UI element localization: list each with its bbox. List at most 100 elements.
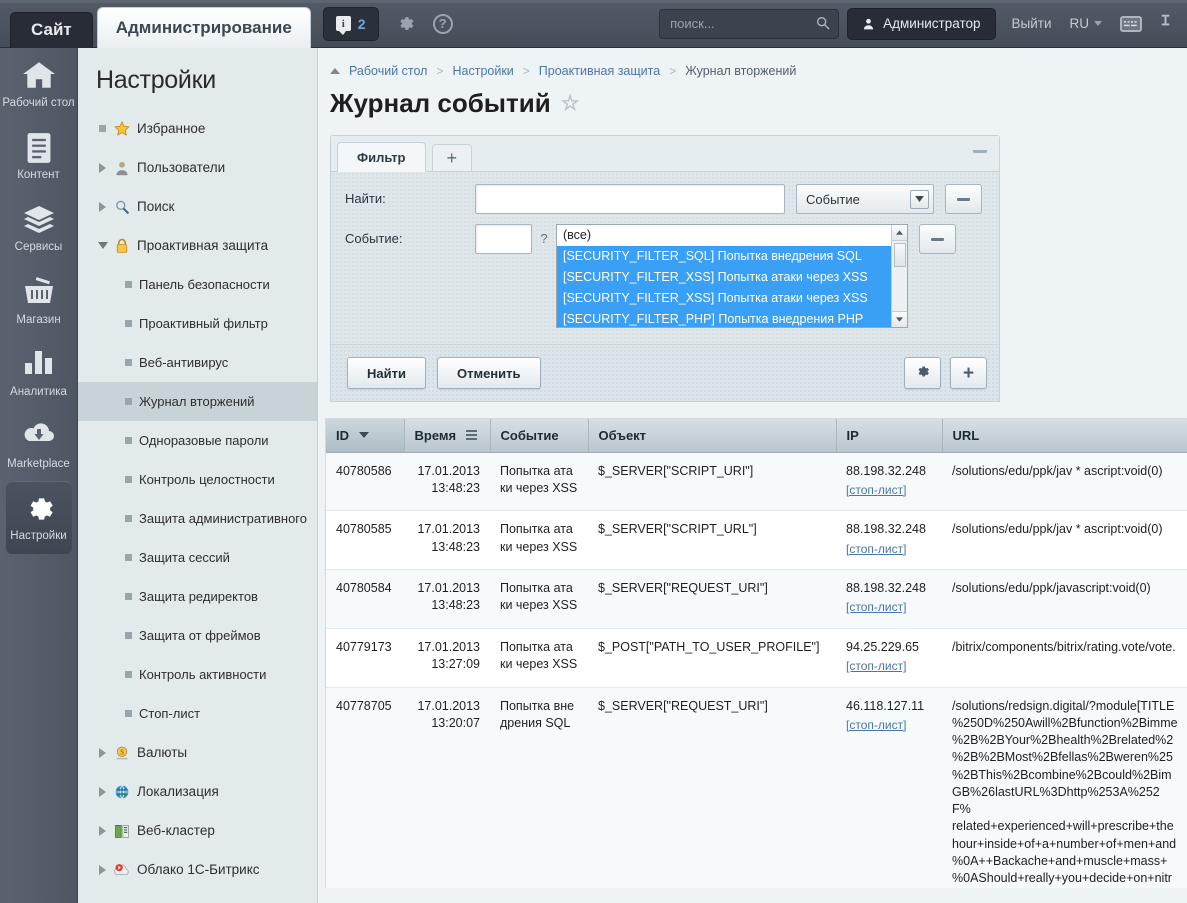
event-option[interactable]: [SECURITY_FILTER_XSS] Попытка атаки чере… xyxy=(557,288,907,309)
pin-icon[interactable] xyxy=(1158,11,1173,36)
rail-item-services[interactable]: Сервисы xyxy=(0,192,77,264)
event-option[interactable]: (все) xyxy=(557,225,907,246)
tree-item-label: Защита редиректов xyxy=(139,589,258,604)
column-header-ip[interactable]: IP xyxy=(836,419,943,453)
tree-item-1[interactable]: Пользователи xyxy=(78,148,317,187)
column-header-id[interactable]: ID xyxy=(326,419,405,453)
event-list-scrollbar[interactable] xyxy=(891,225,907,327)
column-header-time[interactable]: Время xyxy=(404,419,491,453)
event-multi-select[interactable]: (все) [SECURITY_FILTER_SQL] Попытка внедр… xyxy=(556,224,908,328)
expand-expanded-icon[interactable] xyxy=(96,242,109,249)
rail-item-settings[interactable]: Настройки xyxy=(5,481,72,554)
stop-list-link[interactable]: [стоп-лист] xyxy=(846,482,932,499)
rail-item-desktop[interactable]: Рабочий стол xyxy=(0,48,77,120)
tree-item-10[interactable]: Защита административного xyxy=(78,499,317,538)
tab-administration[interactable]: Администрирование xyxy=(96,6,311,49)
rail-item-marketplace[interactable]: Marketplace xyxy=(0,409,77,481)
breadcrumb-item-0[interactable]: Рабочий стол xyxy=(349,64,427,78)
tree-item-label: Локализация xyxy=(137,784,219,799)
gear-icon[interactable] xyxy=(395,13,417,35)
collapse-filter-icon[interactable] xyxy=(973,150,987,153)
search-input[interactable] xyxy=(659,8,840,39)
table-row[interactable]: 40778705 17.01.2013 13:20:07 Попытка внедре… xyxy=(326,687,1187,888)
table-row[interactable]: 40779173 17.01.2013 13:27:09 Попытка атаки … xyxy=(326,628,1187,688)
notifications-badge[interactable]: i 2 xyxy=(322,6,379,41)
tree-item-14[interactable]: Контроль активности xyxy=(78,655,317,694)
tree-item-18[interactable]: Веб-кластер xyxy=(78,811,317,850)
rail-item-store[interactable]: Магазин xyxy=(0,265,77,337)
remove-find-row-button[interactable] xyxy=(945,184,982,214)
cancel-button[interactable]: Отменить xyxy=(436,357,541,389)
breadcrumb-item-2[interactable]: Проактивная защита xyxy=(539,64,660,78)
tree-item-8[interactable]: Одноразовые пароли xyxy=(78,421,317,460)
expand-collapsed-icon[interactable] xyxy=(96,747,109,758)
table-row[interactable]: 40780585 17.01.2013 13:48:23 Попытка атаки … xyxy=(326,510,1187,571)
tree-item-16[interactable]: $ Валюты xyxy=(78,733,317,772)
tree-item-11[interactable]: Защита сессий xyxy=(78,538,317,577)
add-filter-button[interactable]: + xyxy=(950,357,987,389)
expand-collapsed-icon[interactable] xyxy=(96,786,109,797)
tab-site[interactable]: Сайт xyxy=(10,11,93,48)
filter-settings-button[interactable] xyxy=(904,357,941,389)
tree-item-label: Одноразовые пароли xyxy=(139,433,269,448)
tab-filter[interactable]: Фильтр xyxy=(337,142,426,172)
tree-item-12[interactable]: Защита редиректов xyxy=(78,577,317,616)
column-header-object[interactable]: Объект xyxy=(588,419,837,453)
scroll-up-icon[interactable] xyxy=(892,225,907,241)
search-submit-button[interactable]: Найти xyxy=(347,357,426,389)
cell-date: 17.01.2013 xyxy=(417,698,480,713)
help-icon[interactable]: ? xyxy=(432,13,453,34)
event-option[interactable]: [SECURITY_FILTER_SQL] Попытка внедрения … xyxy=(557,246,907,267)
tree-item-15[interactable]: Стоп-лист xyxy=(78,694,317,733)
tree-item-9[interactable]: Контроль целостности xyxy=(78,460,317,499)
tree-item-0[interactable]: Избранное xyxy=(78,109,317,148)
column-header-url[interactable]: URL xyxy=(942,419,1187,453)
event-help-icon[interactable]: ? xyxy=(532,224,556,246)
expand-collapsed-icon[interactable] xyxy=(96,162,109,173)
tree-item-label: Валюты xyxy=(137,745,188,760)
filter-panel: Фильтр + Найти: Событие Событие: ? (все)… xyxy=(330,135,1000,402)
events-grid-container[interactable]: ID Время Событие Объект IP URL 40780586 … xyxy=(325,418,1187,888)
tree-item-2[interactable]: Поиск xyxy=(78,187,317,226)
user-menu-button[interactable]: Администратор xyxy=(847,7,996,40)
rail-item-analytics[interactable]: Аналитика xyxy=(0,337,77,409)
keyboard-icon[interactable] xyxy=(1120,15,1142,32)
tree-item-13[interactable]: Защита от фреймов xyxy=(78,616,317,655)
scrollbar-thumb[interactable] xyxy=(894,243,906,267)
expand-collapsed-icon[interactable] xyxy=(96,825,109,836)
expand-collapsed-icon[interactable] xyxy=(96,864,109,875)
tree-item-6[interactable]: Веб-антивирус xyxy=(78,343,317,382)
breadcrumb-up-icon[interactable] xyxy=(330,68,340,74)
stop-list-link[interactable]: [стоп-лист] xyxy=(846,541,932,558)
event-option[interactable]: [SECURITY_FILTER_XSS] Попытка атаки чере… xyxy=(557,267,907,288)
event-code-input[interactable] xyxy=(475,224,532,254)
tree-item-3[interactable]: Проактивная защита xyxy=(78,226,317,265)
star-icon xyxy=(113,120,130,137)
tree-item-4[interactable]: Панель безопасности xyxy=(78,265,317,304)
cell-clock: 13:48:23 xyxy=(431,598,480,613)
column-header-event[interactable]: Событие xyxy=(490,419,589,453)
favorite-star-icon[interactable]: ☆ xyxy=(561,91,580,116)
tree-item-17[interactable]: Локализация xyxy=(78,772,317,811)
stop-list-link[interactable]: [стоп-лист] xyxy=(846,658,932,675)
tree-item-7[interactable]: Журнал вторжений xyxy=(78,382,317,421)
tree-item-5[interactable]: Проактивный фильтр xyxy=(78,304,317,343)
event-option[interactable]: [SECURITY_FILTER_PHP] Попытка внедрения … xyxy=(557,309,907,327)
search-box[interactable] xyxy=(659,8,840,39)
stop-list-link[interactable]: [стоп-лист] xyxy=(846,717,932,734)
find-field-select[interactable]: Событие xyxy=(796,184,934,214)
breadcrumb-item-1[interactable]: Настройки xyxy=(452,64,513,78)
rail-item-content[interactable]: Контент xyxy=(0,120,77,192)
add-filter-tab-button[interactable]: + xyxy=(431,144,473,172)
expand-collapsed-icon[interactable] xyxy=(96,201,109,212)
scroll-down-icon[interactable] xyxy=(892,311,907,327)
table-row[interactable]: 40780584 17.01.2013 13:48:23 Попытка атаки … xyxy=(326,569,1187,629)
language-selector[interactable]: RU xyxy=(1070,16,1102,31)
stop-list-link[interactable]: [стоп-лист] xyxy=(846,599,932,616)
logout-link[interactable]: Выйти xyxy=(1012,16,1052,31)
cell-ip: 46.118.127.11 [стоп-лист] xyxy=(836,687,942,888)
find-input[interactable] xyxy=(475,184,785,214)
tree-item-19[interactable]: Облако 1С-Битрикс xyxy=(78,850,317,889)
remove-event-row-button[interactable] xyxy=(919,224,956,254)
table-row[interactable]: 40780586 17.01.2013 13:48:23 Попытка атаки … xyxy=(326,452,1187,512)
